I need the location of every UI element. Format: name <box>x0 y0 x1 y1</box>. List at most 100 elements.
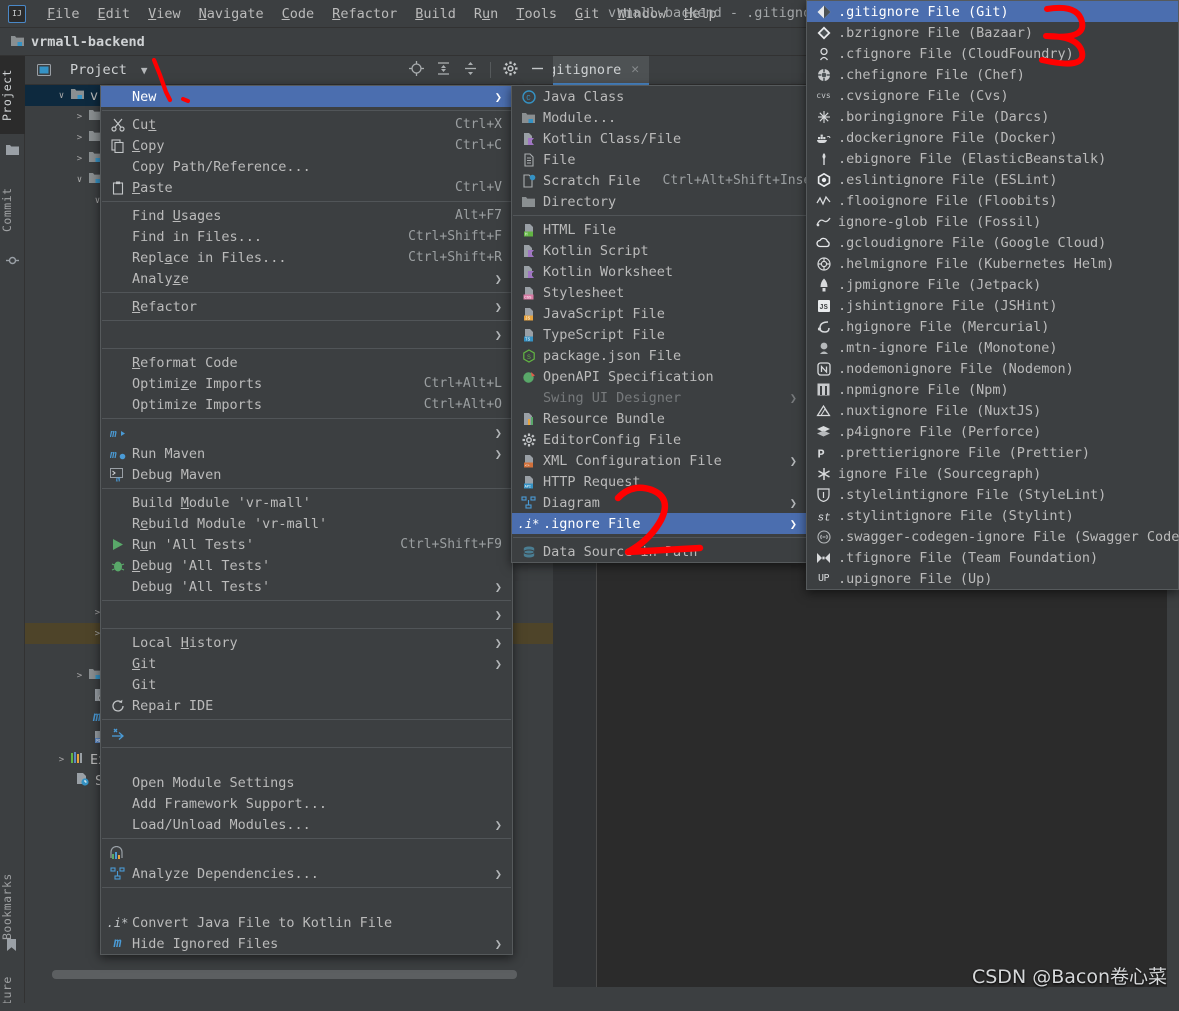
menu-item-open-module-settings[interactable] <box>101 751 512 772</box>
menu-item-editorconfig-file[interactable]: EditorConfig File <box>512 429 807 450</box>
menu-item-optimize-imports[interactable]: Optimize Imports Ctrl+Alt+L <box>101 373 512 394</box>
menu-item-flooignore[interactable]: .flooignore File (Floobits) <box>807 190 1178 211</box>
menu-item-swagger-codegen-ignore[interactable]: .swagger-codegen-ignore File (Swagger Co… <box>807 526 1179 547</box>
menu-item-nuxtignore[interactable]: .nuxtignore File (NuxtJS) <box>807 400 1178 421</box>
project-tree-hscrollbar[interactable] <box>50 970 578 979</box>
chevron-right-icon[interactable]: > <box>73 133 86 143</box>
menu-item-mark-directory-as[interactable]: Load/Unload Modules... ❯ <box>101 814 512 835</box>
menu-item-eslintignore[interactable]: .eslintignore File (ESLint) <box>807 169 1178 190</box>
menu-git[interactable]: Git <box>566 3 608 25</box>
menu-item-tfignore[interactable]: .tfignore File (Team Foundation) <box>807 547 1178 568</box>
menu-item-debug-all-tests[interactable]: Debug 'All Tests' <box>101 555 512 576</box>
menu-item-reformat-code[interactable]: Reformat Code <box>101 352 512 373</box>
menu-item-find-usages[interactable]: Find Usages Alt+F7 <box>101 205 512 226</box>
menu-item-typescript-file[interactable]: TS TypeScript File <box>512 324 807 345</box>
menu-view[interactable]: View <box>139 3 190 25</box>
menu-refactor[interactable]: Refactor <box>323 3 406 25</box>
menu-navigate[interactable]: Navigate <box>190 3 273 25</box>
menu-item-sourcegraph-ignore[interactable]: ignore File (Sourcegraph) <box>807 463 1178 484</box>
menu-item-remove-module[interactable]: Optimize Imports Ctrl+Alt+O <box>101 394 512 415</box>
menu-item-hgignore[interactable]: .hgignore File (Mercurial) <box>807 316 1178 337</box>
menu-item-debug-maven[interactable]: m Run Maven ❯ <box>101 443 512 464</box>
menu-item-hide-ignored-files[interactable]: .i* Convert Java File to Kotlin File <box>101 912 512 933</box>
menu-item-convert-java-to-kotlin[interactable] <box>101 891 512 912</box>
scrollbar-thumb[interactable] <box>52 970 517 979</box>
menu-item-openapi-specification[interactable]: OpenAPI Specification <box>512 366 807 387</box>
menu-item-mtn-ignore[interactable]: .mtn-ignore File (Monotone) <box>807 337 1178 358</box>
menu-item-replace-in-files[interactable]: Replace in Files... Ctrl+Shift+R <box>101 247 512 268</box>
menu-item-open-terminal-maven[interactable]: m Debug Maven <box>101 464 512 485</box>
ignore-file-submenu[interactable]: .gitignore File (Git) .bzrignore File (B… <box>806 0 1179 590</box>
menu-item-directory[interactable]: Directory <box>512 191 807 212</box>
chevron-down-icon[interactable]: ∨ <box>55 91 68 101</box>
menu-item-jshintignore[interactable]: JS .jshintignore File (JSHint) <box>807 295 1178 316</box>
menu-item-gitignore[interactable]: .gitignore File (Git) <box>807 1 1178 22</box>
menu-item-analyze[interactable]: Analyze ❯ <box>101 268 512 289</box>
menu-item-chefignore[interactable]: .chefignore File (Chef) <box>807 64 1178 85</box>
menu-item-add-framework-support[interactable]: Open Module Settings <box>101 772 512 793</box>
menu-item-diagram[interactable]: Diagram ❯ <box>512 492 807 513</box>
menu-item-run-all-tests[interactable]: Run 'All Tests' Ctrl+Shift+F9 <box>101 534 512 555</box>
menu-item-analyze-dependencies[interactable] <box>101 842 512 863</box>
menu-item-refactor[interactable]: Refactor ❯ <box>101 296 512 317</box>
menu-item-cvsignore[interactable]: cvs .cvsignore File (Cvs) <box>807 85 1178 106</box>
menu-item-local-history[interactable]: Local History ❯ <box>101 632 512 653</box>
context-menu[interactable]: New ❯ Cut Ctrl+X Copy Ctrl+C Copy Path/R… <box>100 85 513 955</box>
menu-item-kotlin-class-file[interactable]: Kotlin Class/File <box>512 128 807 149</box>
menu-run[interactable]: Run <box>465 3 507 25</box>
menu-item-maven[interactable]: m Hide Ignored Files ❯ <box>101 933 512 954</box>
menu-item-helmignore[interactable]: .helmignore File (Kubernetes Helm) <box>807 253 1178 274</box>
menu-item-nodemonignore[interactable]: .nodemonignore File (Nodemon) <box>807 358 1178 379</box>
menu-item-diagrams[interactable]: Analyze Dependencies... ❯ <box>101 863 512 884</box>
menu-edit[interactable]: Edit <box>89 3 140 25</box>
menu-item-gcloudignore[interactable]: .gcloudignore File (Google Cloud) <box>807 232 1178 253</box>
menu-item-ebignore[interactable]: .ebignore File (ElasticBeanstalk) <box>807 148 1178 169</box>
hide-icon[interactable] <box>530 61 545 80</box>
menu-item-rebuild-module[interactable]: Rebuild Module 'vr-mall' <box>101 513 512 534</box>
menu-item-stylelintignore[interactable]: .stylelintignore File (StyleLint) <box>807 484 1178 505</box>
new-submenu[interactable]: C Java Class Module... Kotlin Class/File… <box>511 85 827 563</box>
menu-item-xml-configuration-file[interactable]: <> XML Configuration File ❯ <box>512 450 807 471</box>
menu-item-more-run-debug[interactable]: Debug 'All Tests' ❯ <box>101 576 512 597</box>
menu-item-paste[interactable]: Paste Ctrl+V <box>101 177 512 198</box>
menu-item-ignore-file[interactable]: .i* .ignore File ❯ <box>512 513 807 534</box>
menu-item-module[interactable]: Module... <box>512 107 807 128</box>
menu-item-boringignore[interactable]: .boringignore File (Darcs) <box>807 106 1178 127</box>
collapse-all-icon[interactable] <box>463 61 478 80</box>
menu-item-kotlin-script[interactable]: Kotlin Script <box>512 240 807 261</box>
sidebar-item-commit[interactable]: Commit <box>0 174 25 246</box>
menu-item-run-maven[interactable]: m ❯ <box>101 422 512 443</box>
menu-item-bzrignore[interactable]: .bzrignore File (Bazaar) <box>807 22 1178 43</box>
menu-item-ignore-glob[interactable]: ignore-glob File (Fossil) <box>807 211 1178 232</box>
menu-item-find-in-files[interactable]: Find in Files... Ctrl+Shift+F <box>101 226 512 247</box>
menu-item-html-file[interactable]: H HTML File <box>512 219 807 240</box>
menu-item-copy-path[interactable]: Copy Path/Reference... <box>101 156 512 177</box>
menu-item-load-unload-modules[interactable]: Add Framework Support... <box>101 793 512 814</box>
menu-item-upignore[interactable]: UP .upignore File (Up) <box>807 568 1178 589</box>
menu-item-http-request[interactable]: API HTTP Request <box>512 471 807 492</box>
menu-item-compare-with[interactable] <box>101 723 512 744</box>
menu-item-npmignore[interactable]: .npmignore File (Npm) <box>807 379 1178 400</box>
menu-item-java-class[interactable]: C Java Class <box>512 86 807 107</box>
sidebar-item-project[interactable]: Project <box>0 56 25 134</box>
menu-item-cfignore[interactable]: .cfignore File (CloudFoundry) <box>807 43 1178 64</box>
menu-item-bookmarks[interactable]: ❯ <box>101 324 512 345</box>
menu-item-cut[interactable]: Cut Ctrl+X <box>101 114 512 135</box>
menu-tools[interactable]: Tools <box>507 3 566 25</box>
select-opened-file-icon[interactable] <box>409 60 424 80</box>
menu-item-scratch-file[interactable]: Scratch File Ctrl+Alt+Shift+Insert <box>512 170 827 191</box>
menu-item-repair-ide[interactable]: Git <box>101 674 512 695</box>
menu-item-jpmignore[interactable]: .jpmignore File (Jetpack) <box>807 274 1178 295</box>
menu-item-copy[interactable]: Copy Ctrl+C <box>101 135 512 156</box>
menu-item-resource-bundle[interactable]: Resource Bundle <box>512 408 807 429</box>
settings-gear-icon[interactable] <box>503 61 518 80</box>
menu-item-open-in[interactable]: ❯ <box>101 604 512 625</box>
menu-item-prettierignore[interactable]: P .prettierignore File (Prettier) <box>807 442 1178 463</box>
menu-item-git[interactable]: Git ❯ <box>101 653 512 674</box>
chevron-right-icon[interactable]: > <box>55 755 68 765</box>
menu-item-p4ignore[interactable]: .p4ignore File (Perforce) <box>807 421 1178 442</box>
menu-item-stylesheet[interactable]: CSS Stylesheet <box>512 282 807 303</box>
menu-item-build-module[interactable]: Build Module 'vr-mall' <box>101 492 512 513</box>
menu-code[interactable]: Code <box>273 3 324 25</box>
menu-item-dockerignore[interactable]: .dockerignore File (Docker) <box>807 127 1178 148</box>
